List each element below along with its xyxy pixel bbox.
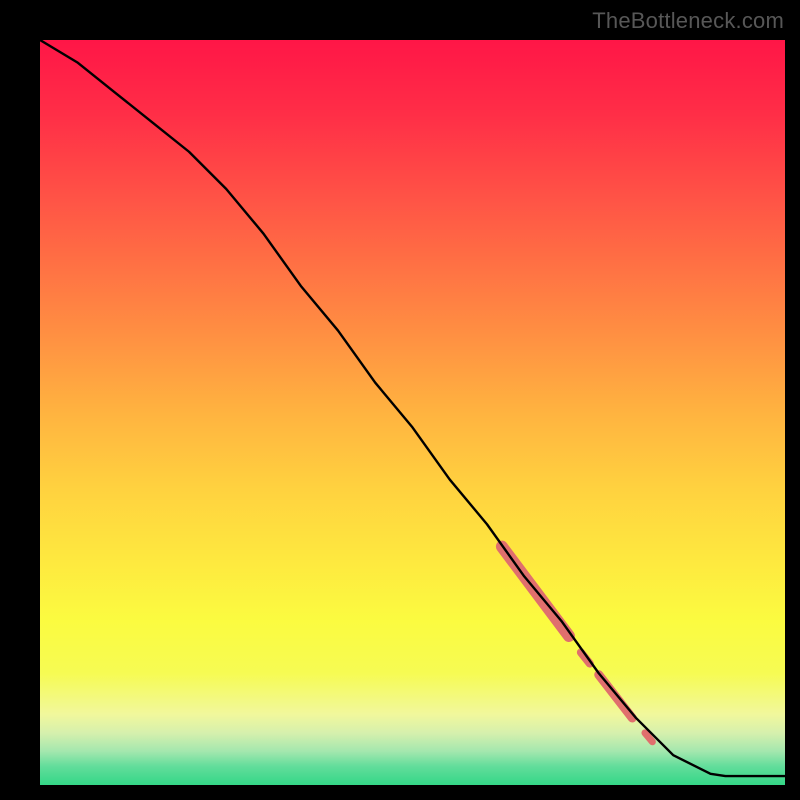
watermark-text: TheBottleneck.com — [592, 8, 784, 34]
bottleneck-curve — [40, 40, 785, 776]
highlight-thick-2 — [599, 675, 633, 718]
plot-area — [40, 40, 785, 785]
chart-frame: TheBottleneck.com — [0, 0, 800, 800]
chart-overlay — [40, 40, 785, 785]
